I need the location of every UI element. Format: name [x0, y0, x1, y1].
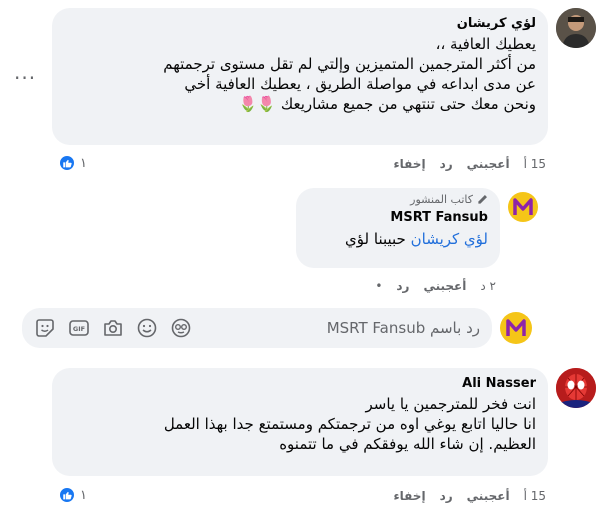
more-options-icon[interactable]: ···: [14, 66, 36, 90]
comment-bubble-ali: Ali Nasser انت فخر للمترجمين يا ياسر انا…: [52, 368, 548, 476]
like-button[interactable]: أعجبني: [467, 157, 510, 171]
msrt-logo-icon: [513, 198, 533, 215]
reply-body: حبيبنا لؤي: [345, 230, 406, 248]
avatar-ali-nasser[interactable]: [556, 368, 596, 408]
reply-actions: ٢ د أعجبني رد •: [290, 279, 496, 293]
avatar-loay[interactable]: [556, 8, 596, 48]
like-icon: [58, 154, 76, 172]
like-button[interactable]: أعجبني: [423, 279, 466, 293]
avatar-ali-image: [556, 368, 596, 408]
comment-line: يعطيك العافية ،،: [435, 35, 536, 53]
avatar-msrt[interactable]: [508, 192, 538, 222]
comment-actions: 15 أ أعجبني رد إخفاء: [350, 489, 546, 503]
composer-placeholder: رد باسم MSRT Fansub: [326, 319, 480, 337]
reply-button[interactable]: رد: [440, 157, 453, 171]
avatar-loay-image: [556, 8, 596, 48]
comment-author[interactable]: لؤي كريشان: [64, 16, 536, 31]
comment-author[interactable]: Ali Nasser: [64, 376, 536, 391]
comment-line-last: ونحن معك حتى تنتهي من جميع مشاريعك 🌷🌷: [64, 94, 536, 114]
comment-time[interactable]: 15 أ: [524, 489, 546, 503]
gif-icon[interactable]: GIF: [68, 317, 90, 339]
like-icon: [58, 486, 76, 504]
reply-text: لؤي كريشان حبيبنا لؤي: [308, 229, 488, 249]
svg-text:GIF: GIF: [73, 325, 85, 333]
author-badge: كاتب المنشور: [308, 193, 488, 206]
msrt-logo-icon: [506, 319, 526, 336]
avatar-sticker-icon[interactable]: [170, 317, 192, 339]
reaction-summary[interactable]: ١: [58, 486, 87, 504]
comment-line-text: ونحن معك حتى تنتهي من جميع مشاريعك: [280, 95, 536, 113]
hide-button[interactable]: إخفاء: [394, 157, 426, 171]
comment-line: انا حاليا اتابع يوغي اوه من ترجمتكم ومست…: [163, 415, 536, 433]
composer-toolbar: GIF: [34, 317, 192, 339]
hide-button[interactable]: إخفاء: [394, 489, 426, 503]
separator-dot: •: [375, 279, 383, 293]
reaction-count: ١: [80, 487, 87, 503]
reply-composer[interactable]: رد باسم MSRT Fansub GIF: [22, 308, 492, 348]
tulip-emoji: 🌷🌷: [238, 95, 277, 113]
mention-link[interactable]: لؤي كريشان: [411, 230, 488, 248]
author-badge-label: كاتب المنشور: [410, 193, 473, 206]
comment-line: عن مدى ابداعه في مواصلة الطريق ، يعطيك ا…: [184, 75, 536, 93]
composer-avatar-msrt: [500, 312, 532, 344]
comment-bubble-loay: لؤي كريشان يعطيك العافية ،، من أكثر المت…: [52, 8, 548, 145]
sticker-icon[interactable]: [34, 317, 56, 339]
comment-line: من أكثر المترجمين المتميزين وإلتي لم تقل…: [163, 55, 536, 73]
reaction-summary[interactable]: ١: [58, 154, 87, 172]
reply-author[interactable]: MSRT Fansub: [308, 210, 488, 225]
like-button[interactable]: أعجبني: [467, 489, 510, 503]
reply-time[interactable]: ٢ د: [480, 279, 496, 293]
camera-icon[interactable]: [102, 317, 124, 339]
comment-line: انت فخر للمترجمين يا ياسر: [365, 395, 536, 413]
reaction-count: ١: [80, 155, 87, 171]
reply-button[interactable]: رد: [440, 489, 453, 503]
comment-time[interactable]: 15 أ: [524, 157, 546, 171]
comment-actions: 15 أ أعجبني رد إخفاء: [350, 157, 546, 171]
reply-bubble-msrt: كاتب المنشور MSRT Fansub لؤي كريشان حبيب…: [296, 188, 500, 268]
pencil-icon: [478, 195, 487, 204]
comment-line: العظيم. إن شاء الله يوفقكم في ما تتمنوه: [279, 435, 536, 453]
reply-button[interactable]: رد: [396, 279, 409, 293]
emoji-icon[interactable]: [136, 317, 158, 339]
